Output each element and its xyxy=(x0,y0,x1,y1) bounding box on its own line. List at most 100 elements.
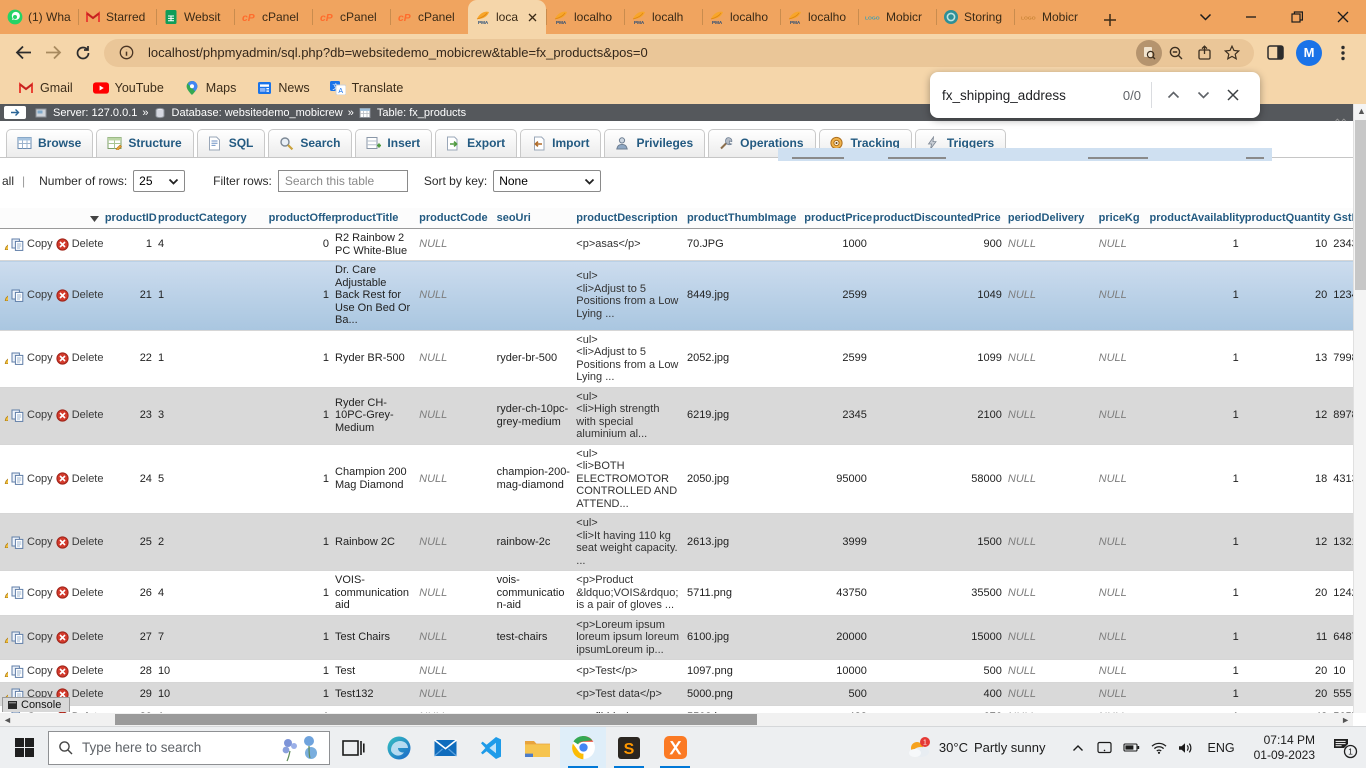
find-previous-icon[interactable] xyxy=(1158,80,1188,110)
pma-tab-insert[interactable]: Insert xyxy=(355,129,432,157)
pma-tab-privileges[interactable]: Privileges xyxy=(604,129,705,157)
tray-volume-icon[interactable] xyxy=(1177,742,1195,754)
forward-button[interactable] xyxy=(38,38,68,68)
copy-row-link[interactable]: Copy xyxy=(27,473,53,486)
taskbar-task-view-icon[interactable] xyxy=(330,727,376,768)
copy-row-link[interactable]: Copy xyxy=(27,409,53,422)
pma-tab-export[interactable]: Export xyxy=(435,129,517,157)
address-bar[interactable]: localhost/phpmyadmin/sql.php?db=websited… xyxy=(104,39,1254,67)
weather-widget[interactable]: 1 30°C Partly sunny xyxy=(907,736,1046,760)
show-all-fragment[interactable]: all xyxy=(2,174,14,188)
browser-tab[interactable]: PMAlocalho xyxy=(546,0,624,34)
tray-battery-icon[interactable] xyxy=(1123,742,1141,753)
delete-row-link[interactable]: Delete xyxy=(72,631,104,644)
copy-row-link[interactable]: Copy xyxy=(27,587,53,600)
console-tab[interactable]: Console xyxy=(2,697,70,712)
bookmark-translate[interactable]: 文ATranslate xyxy=(322,76,412,100)
bookmark-maps[interactable]: Maps xyxy=(176,76,245,100)
column-header-productCategory[interactable]: productCategory xyxy=(155,208,266,229)
notification-center-icon[interactable]: 1 xyxy=(1330,737,1360,759)
find-bar[interactable]: fx_shipping_address 0/0 xyxy=(930,72,1260,118)
column-header-productID[interactable]: productID xyxy=(102,208,155,229)
bookmark-news[interactable]: News xyxy=(248,76,317,100)
vertical-scroll-thumb[interactable] xyxy=(1355,120,1366,290)
column-header-productDiscountedPrice[interactable]: productDiscountedPrice xyxy=(870,208,1005,229)
browser-tab[interactable]: cPcPanel xyxy=(234,0,312,34)
rows-per-page-select[interactable]: 25 xyxy=(133,170,185,192)
taskbar-search-input[interactable]: Type here to search xyxy=(48,731,330,765)
column-header-productTitle[interactable]: productTitle xyxy=(332,208,416,229)
column-header-productDescription[interactable]: productDescription xyxy=(573,208,684,229)
browser-tab[interactable]: PMAlocalh xyxy=(624,0,702,34)
taskbar-explorer-icon[interactable] xyxy=(514,727,560,768)
back-to-top-icon[interactable]: ⌃⌃ xyxy=(1333,118,1346,129)
delete-row-link[interactable]: Delete xyxy=(72,665,104,678)
copy-row-link[interactable]: Copy xyxy=(27,352,53,365)
browser-tab[interactable]: Storing xyxy=(936,0,1014,34)
sort-dropdown-icon[interactable] xyxy=(90,213,99,225)
delete-row-link[interactable]: Delete xyxy=(72,587,104,600)
bookmark-youtube[interactable]: YouTube xyxy=(85,76,172,100)
column-header-periodDelivery[interactable]: periodDelivery xyxy=(1005,208,1096,229)
scroll-up-arrow[interactable]: ▲ xyxy=(1357,106,1366,116)
copy-row-link[interactable]: Copy xyxy=(27,289,53,302)
delete-row-link[interactable]: Delete xyxy=(72,536,104,549)
find-in-page-icon[interactable] xyxy=(1136,40,1162,66)
tray-chevron-up-icon[interactable] xyxy=(1069,744,1087,752)
browser-tab[interactable]: LOGOMobicr xyxy=(858,0,936,34)
delete-row-link[interactable]: Delete xyxy=(72,409,104,422)
close-button[interactable] xyxy=(1320,0,1366,34)
delete-row-link[interactable]: Delete xyxy=(72,473,104,486)
reload-button[interactable] xyxy=(68,38,98,68)
find-next-icon[interactable] xyxy=(1188,80,1218,110)
column-header-GstNumber[interactable]: GstNumber xyxy=(1330,208,1353,229)
taskbar-edge-icon[interactable] xyxy=(376,727,422,768)
pma-tab-import[interactable]: Import xyxy=(520,129,601,157)
taskbar-sublime-icon[interactable]: S xyxy=(606,727,652,768)
delete-row-link[interactable]: Delete xyxy=(72,289,104,302)
horizontal-scrollbar[interactable]: ◄ ► xyxy=(0,713,1353,726)
pma-tab-sql[interactable]: SQL xyxy=(197,129,266,157)
tray-tablet-icon[interactable] xyxy=(1096,741,1114,754)
column-header-priceKg[interactable]: priceKg xyxy=(1096,208,1147,229)
column-header-productPrice[interactable]: productPrice xyxy=(801,208,870,229)
browser-tab[interactable]: PMAloca xyxy=(468,0,546,34)
taskbar-vscode-icon[interactable] xyxy=(468,727,514,768)
delete-row-link[interactable]: Delete xyxy=(72,688,104,701)
back-button[interactable] xyxy=(8,38,38,68)
copy-row-link[interactable]: Copy xyxy=(27,665,53,678)
vertical-scrollbar[interactable]: ▲ xyxy=(1353,104,1366,713)
browser-tab[interactable]: PMAlocalho xyxy=(780,0,858,34)
pma-tab-structure[interactable]: Structure xyxy=(96,129,193,157)
scroll-left-arrow[interactable]: ◄ xyxy=(3,715,12,725)
restore-button[interactable] xyxy=(1274,0,1320,34)
taskbar-mail-icon[interactable] xyxy=(422,727,468,768)
tray-clock[interactable]: 07:14 PM 01-09-2023 xyxy=(1248,733,1321,763)
breadcrumb-server[interactable]: Server: 127.0.0.1 xyxy=(53,107,137,119)
new-tab-button[interactable] xyxy=(1096,6,1124,34)
column-header-productThumbImage[interactable]: productThumbImage xyxy=(684,208,801,229)
browser-tab[interactable]: cPcPanel xyxy=(312,0,390,34)
delete-row-link[interactable]: Delete xyxy=(72,238,104,251)
scroll-right-arrow[interactable]: ► xyxy=(1341,715,1350,725)
breadcrumb-database[interactable]: Database: websitedemo_mobicrew xyxy=(172,107,343,119)
browser-tab[interactable]: PMAlocalho xyxy=(702,0,780,34)
profile-avatar[interactable]: M xyxy=(1296,40,1322,66)
bookmark-star-icon[interactable] xyxy=(1218,40,1246,66)
sort-by-key-select[interactable]: None xyxy=(493,170,601,192)
tab-search-chevron-icon[interactable] xyxy=(1182,0,1228,34)
site-info-icon[interactable] xyxy=(112,40,140,66)
pma-tab-browse[interactable]: Browse xyxy=(6,129,93,157)
column-header-productQuantity[interactable]: productQuantity xyxy=(1242,208,1331,229)
horizontal-scroll-thumb[interactable] xyxy=(115,714,757,725)
copy-row-link[interactable]: Copy xyxy=(27,536,53,549)
bookmark-gmail[interactable]: Gmail xyxy=(10,76,81,100)
browser-tab[interactable]: Websit xyxy=(156,0,234,34)
breadcrumb-table[interactable]: Table: fx_products xyxy=(377,107,466,119)
copy-row-link[interactable]: Copy xyxy=(27,631,53,644)
minimize-button[interactable] xyxy=(1228,0,1274,34)
menu-kebab-icon[interactable] xyxy=(1328,38,1358,68)
delete-row-link[interactable]: Delete xyxy=(72,352,104,365)
tray-language[interactable]: ENG xyxy=(1204,741,1239,755)
browser-tab[interactable]: (1) Wha xyxy=(0,0,78,34)
